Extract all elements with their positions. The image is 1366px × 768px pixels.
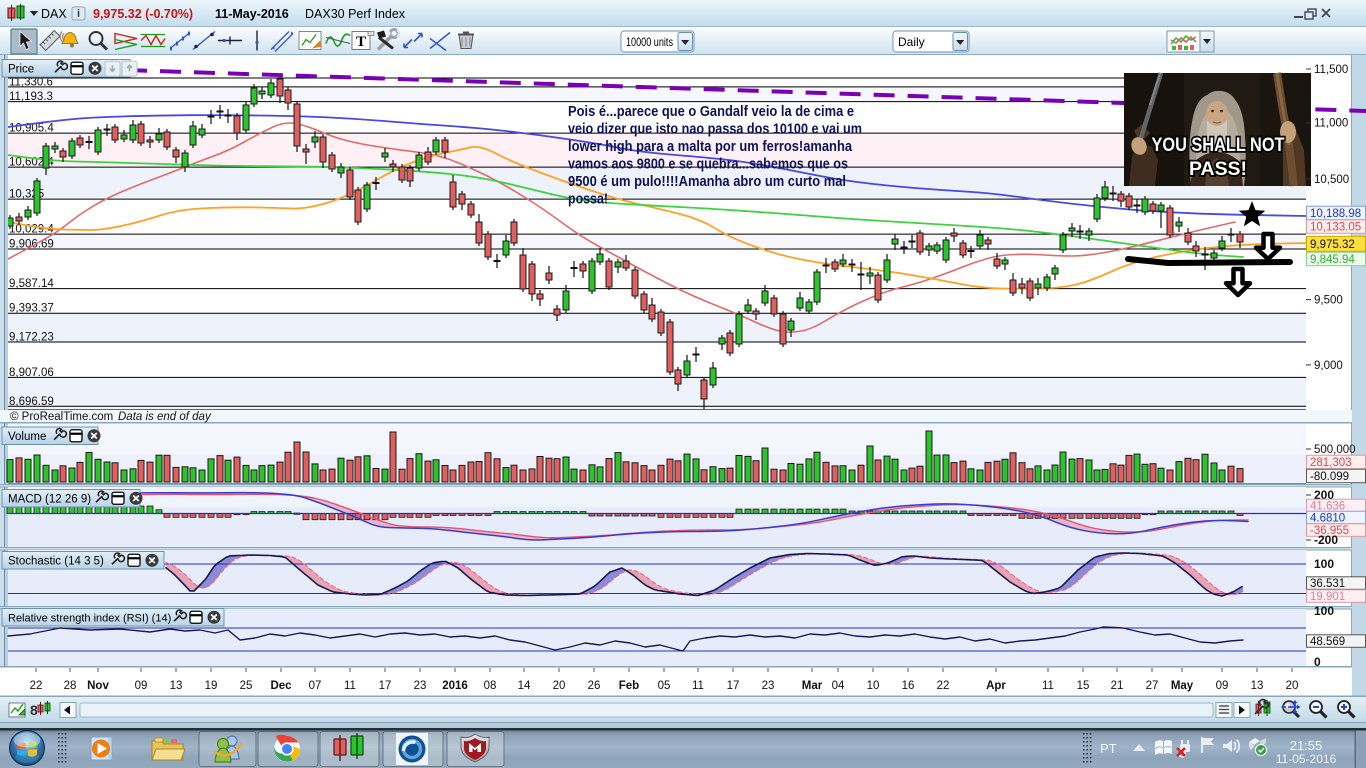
svg-text:281,303: 281,303 xyxy=(1310,457,1352,469)
svg-text:21: 21 xyxy=(1111,680,1124,692)
svg-text:possa!: possa! xyxy=(568,192,608,208)
svg-text:9500 é um pulo!!!!Amanha abro: 9500 é um pulo!!!!Amanha abro um curto m… xyxy=(568,174,846,190)
svg-text:DAX30 Perf Index: DAX30 Perf Index xyxy=(305,7,406,21)
svg-text:100: 100 xyxy=(1314,604,1334,618)
svg-text:YOU SHALL NOT: YOU SHALL NOT xyxy=(1152,134,1285,156)
svg-text:23: 23 xyxy=(762,680,775,692)
svg-text:9,975.32: 9,975.32 xyxy=(1310,239,1355,251)
svg-text:PT: PT xyxy=(1100,741,1117,756)
svg-text:9,845.94: 9,845.94 xyxy=(1310,254,1355,266)
svg-text:11,000: 11,000 xyxy=(1314,118,1348,130)
svg-text:22: 22 xyxy=(937,680,950,692)
svg-text:25: 25 xyxy=(240,680,253,692)
svg-text:MACD (12 26 9): MACD (12 26 9) xyxy=(8,494,91,506)
svg-text:9,975.32 (-0.70%): 9,975.32 (-0.70%) xyxy=(93,7,193,21)
svg-text:PASS!: PASS! xyxy=(1189,158,1247,180)
svg-text:9,500: 9,500 xyxy=(1314,295,1343,307)
svg-text:09: 09 xyxy=(1216,680,1229,692)
svg-text:13: 13 xyxy=(1251,680,1264,692)
svg-text:DAX: DAX xyxy=(41,7,67,21)
svg-text:100: 100 xyxy=(1314,557,1334,571)
svg-text:48.569: 48.569 xyxy=(1310,636,1345,648)
svg-text:11-05-2016: 11-05-2016 xyxy=(1276,752,1337,766)
svg-text:Apr: Apr xyxy=(986,680,1006,692)
svg-text:-200: -200 xyxy=(1314,533,1338,547)
svg-text:10,188.98: 10,188.98 xyxy=(1310,208,1361,220)
svg-text:Stochastic (14 3 5): Stochastic (14 3 5) xyxy=(8,556,104,568)
svg-text:36.531: 36.531 xyxy=(1310,578,1345,590)
svg-text:11,330.6: 11,330.6 xyxy=(9,76,53,88)
svg-text:08: 08 xyxy=(484,680,497,692)
svg-text:8: 8 xyxy=(30,702,38,718)
svg-text:Volume: Volume xyxy=(8,431,46,443)
svg-text:Price: Price xyxy=(8,64,34,76)
svg-text:Feb: Feb xyxy=(619,680,639,692)
svg-text:11: 11 xyxy=(1042,680,1054,692)
svg-text:May: May xyxy=(1171,680,1194,692)
svg-text:20: 20 xyxy=(553,680,566,692)
svg-text:Dec: Dec xyxy=(270,680,292,692)
svg-text:11,500: 11,500 xyxy=(1314,64,1348,76)
svg-text:20: 20 xyxy=(1286,680,1299,692)
svg-text:4.6810: 4.6810 xyxy=(1310,513,1345,525)
svg-text:Relative strength index (RSI): Relative strength index (RSI) (14) xyxy=(8,613,171,625)
svg-text:11-May-2016: 11-May-2016 xyxy=(215,7,289,21)
svg-text:9,172.23: 9,172.23 xyxy=(9,331,54,343)
svg-text:10000 units: 10000 units xyxy=(626,35,673,49)
svg-text:10: 10 xyxy=(867,680,880,692)
svg-text:19.901: 19.901 xyxy=(1310,591,1345,603)
svg-text:09: 09 xyxy=(135,680,148,692)
svg-text:T: T xyxy=(356,34,366,50)
svg-text:9,587.14: 9,587.14 xyxy=(9,278,54,290)
svg-text:8,907.06: 8,907.06 xyxy=(9,367,54,379)
svg-text:15: 15 xyxy=(1077,680,1090,692)
svg-text:11: 11 xyxy=(344,680,356,692)
svg-text:500,000: 500,000 xyxy=(1314,444,1356,456)
svg-text:21:55: 21:55 xyxy=(1290,738,1323,753)
svg-text:Mar: Mar xyxy=(802,680,823,692)
svg-text:23: 23 xyxy=(414,680,427,692)
svg-text:© ProRealTime.com: © ProRealTime.com xyxy=(10,411,113,423)
svg-text:11,193.3: 11,193.3 xyxy=(9,91,53,103)
svg-text:2016: 2016 xyxy=(442,680,468,692)
svg-text:i: i xyxy=(77,8,80,20)
svg-text:22: 22 xyxy=(30,680,43,692)
svg-text:27: 27 xyxy=(1146,680,1159,692)
svg-text:veio dizer que isto nao passa: veio dizer que isto nao passa dos 10100 … xyxy=(568,122,862,138)
svg-text:9,906.69: 9,906.69 xyxy=(9,239,54,251)
svg-text:13: 13 xyxy=(170,680,183,692)
svg-text:16: 16 xyxy=(902,680,915,692)
svg-text:28: 28 xyxy=(64,680,77,692)
svg-text:Nov: Nov xyxy=(87,680,109,692)
svg-text:17: 17 xyxy=(727,680,740,692)
svg-text:8,696.59: 8,696.59 xyxy=(9,396,54,408)
svg-text:17: 17 xyxy=(379,680,392,692)
svg-text:26: 26 xyxy=(588,680,601,692)
svg-text:10,500: 10,500 xyxy=(1314,174,1349,186)
svg-text:10,133.05: 10,133.05 xyxy=(1310,222,1361,234)
svg-text:14: 14 xyxy=(518,680,531,692)
svg-text:-80.099: -80.099 xyxy=(1310,471,1349,483)
svg-text:lower high para a malta por um: lower high para a malta por um ferros!am… xyxy=(568,139,853,155)
svg-text:9,393.37: 9,393.37 xyxy=(9,303,54,315)
svg-text:05: 05 xyxy=(658,680,671,692)
svg-text:9,000: 9,000 xyxy=(1314,360,1343,372)
svg-text:04: 04 xyxy=(832,680,845,692)
svg-text:Pois é...parece que o Gandalf: Pois é...parece que o Gandalf veio la de… xyxy=(568,104,854,120)
svg-text:11: 11 xyxy=(692,680,704,692)
svg-text:07: 07 xyxy=(309,680,322,692)
svg-text:19: 19 xyxy=(205,680,218,692)
svg-text:Daily: Daily xyxy=(898,35,925,49)
svg-text:Data is end of day: Data is end of day xyxy=(118,411,212,423)
svg-text:vamos aos 9800 e se quebra...s: vamos aos 9800 e se quebra...sabemos que… xyxy=(568,157,848,173)
